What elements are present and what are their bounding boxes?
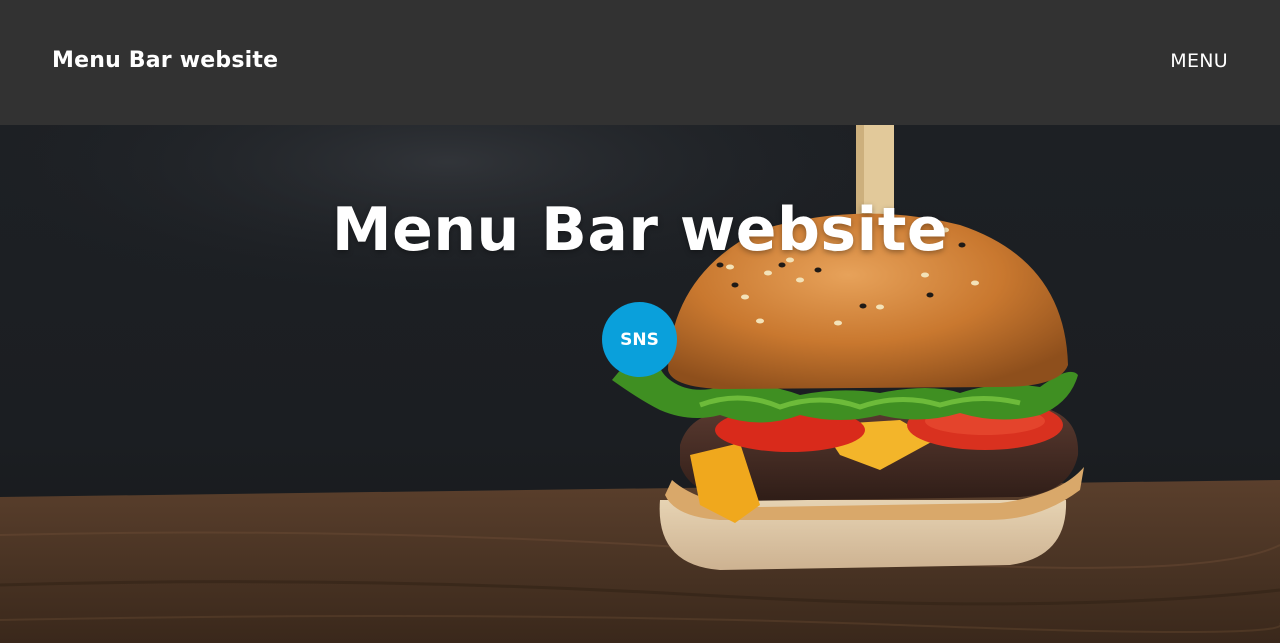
site-header: Menu Bar website MENU xyxy=(0,0,1280,125)
sns-button[interactable]: SNS xyxy=(602,302,677,377)
site-title[interactable]: Menu Bar website xyxy=(52,48,278,73)
hero-title: Menu Bar website xyxy=(331,195,949,265)
hero-section: Menu Bar website xyxy=(0,125,1280,643)
menu-button[interactable]: MENU xyxy=(1170,50,1228,72)
